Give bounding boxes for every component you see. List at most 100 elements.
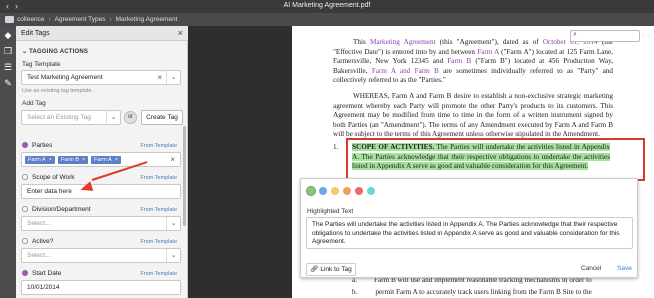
search-icon: ⌕	[573, 31, 577, 38]
chip-label: Farm A	[28, 157, 46, 163]
doc-text: This	[353, 38, 370, 46]
panel-scrollbar[interactable]	[183, 126, 186, 226]
remove-chip-icon[interactable]: ×	[49, 157, 52, 163]
doc-text: (this "Agreement"), dated as of	[435, 38, 543, 46]
color-swatch[interactable]	[307, 187, 315, 195]
search-nav-arrows[interactable]: ‹ ›	[642, 30, 650, 39]
tag-scope-of-work: Scope of Work	[22, 174, 75, 181]
tag-color-dot	[22, 142, 28, 149]
clear-icon[interactable]: ×	[157, 73, 162, 82]
add-tag-select[interactable]: Select an Existing Tag ⌄	[21, 110, 121, 125]
or-divider: or	[124, 111, 137, 124]
cancel-button[interactable]: Cancel	[581, 265, 601, 272]
link-to-tag-button[interactable]: 🔗︎ Link to Tag	[306, 263, 356, 276]
highlighted-text-box[interactable]: The Parties will undertake the activitie…	[306, 217, 633, 249]
tag-template-value: Test Marketing Agreement	[27, 74, 103, 81]
breadcrumb-separator: ›	[48, 16, 51, 23]
active-placeholder: Select...	[27, 252, 51, 259]
search-input[interactable]: ⌕	[570, 30, 640, 42]
scope-input-value: Enter data here	[27, 188, 72, 195]
pen-icon[interactable]: ✎	[3, 78, 13, 88]
active-select[interactable]: Select... ⌄	[21, 248, 181, 263]
division-select[interactable]: Select... ⌄	[21, 216, 181, 231]
breadcrumb-item[interactable]: Agreement Types	[55, 16, 106, 23]
folder-icon	[5, 16, 14, 23]
window-title: AI Marketing Agreement.pdf	[283, 2, 371, 9]
tag-template-select[interactable]: Test Marketing Agreement × ⌄	[21, 70, 181, 85]
panel-header: Edit Tags ×	[16, 26, 188, 41]
sub-paragraph-b: b. permit Farm A to accurately track user…	[352, 288, 610, 298]
tag-parties: Parties	[22, 142, 52, 149]
from-template-link[interactable]: From Template	[140, 207, 177, 213]
start-date-value: 10/01/2014	[27, 284, 60, 291]
remove-chip-icon[interactable]: ×	[115, 157, 118, 163]
section-title: TAGGING ACTIONS	[29, 49, 89, 55]
tag-chip[interactable]: Farm B ×	[58, 156, 89, 164]
edit-tags-panel: Edit Tags × ⌄ TAGGING ACTIONS Tag Templa…	[16, 26, 188, 298]
tag-color-dot	[22, 206, 28, 213]
color-swatch[interactable]	[367, 187, 375, 195]
tag-color-dot	[22, 270, 28, 277]
chevron-down-icon[interactable]: ⌄	[166, 217, 180, 230]
whereas-paragraph: WHEREAS, Farm A and Farm B desire to est…	[333, 92, 613, 140]
tagging-actions-section[interactable]: ⌄ TAGGING ACTIONS	[22, 48, 88, 55]
tag-chip[interactable]: Farm A ×	[91, 156, 121, 164]
chevron-down-icon[interactable]: ⌄	[166, 249, 180, 262]
from-template-link[interactable]: From Template	[140, 143, 177, 149]
parties-field[interactable]: Farm A × Farm B × Farm A × ×	[21, 152, 181, 167]
color-swatch[interactable]	[319, 187, 327, 195]
tag-icon[interactable]: ◆	[3, 30, 13, 40]
chip-label: Farm B	[61, 157, 80, 163]
link-icon: 🔗︎	[310, 266, 319, 273]
breadcrumb-item[interactable]: Marketing Agreement	[116, 16, 178, 23]
chip-label: Farm A	[94, 157, 112, 163]
add-tag-label: Add Tag	[22, 100, 46, 107]
tag-active: Active?	[22, 238, 53, 245]
intro-paragraph: This Marketing Agreement (this "Agreemen…	[333, 38, 613, 86]
link-label: Link to Tag	[320, 266, 352, 273]
tagged-text[interactable]: Farm A and Farm B	[372, 67, 439, 75]
breadcrumb-separator: ›	[109, 16, 112, 23]
list-icon[interactable]: ☰	[3, 62, 13, 72]
tag-chip[interactable]: Farm A ×	[25, 156, 55, 164]
tagged-text[interactable]: Farm A	[477, 48, 499, 56]
from-template-link[interactable]: From Template	[140, 239, 177, 245]
highlighted-text-label: Highlighted Text	[307, 208, 354, 215]
tag-label: Parties	[32, 142, 53, 149]
color-swatch[interactable]	[355, 187, 363, 195]
color-swatch[interactable]	[343, 187, 351, 195]
start-date-input[interactable]: 10/01/2014	[21, 280, 181, 295]
tagged-text[interactable]: Marketing Agreement	[370, 38, 436, 46]
division-placeholder: Select...	[27, 220, 51, 227]
tag-label: Division/Department	[32, 206, 91, 213]
tool-strip: ◆ ❐ ☰ ✎	[0, 26, 16, 298]
title-bar: ‹› AI Marketing Agreement.pdf	[0, 0, 654, 13]
doc-text: WHEREAS, Farm A and Farm B desire to est…	[333, 92, 613, 139]
remove-chip-icon[interactable]: ×	[82, 157, 85, 163]
from-template-link[interactable]: From Template	[140, 271, 177, 277]
highlight-popup: Highlighted Text The Parties will undert…	[300, 178, 638, 278]
tag-color-dot	[22, 174, 28, 181]
color-swatch[interactable]	[331, 187, 339, 195]
scope-of-work-input[interactable]: Enter data here	[21, 184, 181, 199]
add-tag-placeholder: Select an Existing Tag	[27, 114, 91, 121]
chevron-down-icon[interactable]: ⌄	[106, 111, 120, 124]
tag-label: Active?	[32, 238, 54, 245]
breadcrumb: colleence › Agreement Types › Marketing Agre…	[0, 13, 654, 26]
chevron-down-icon[interactable]: ⌄	[166, 71, 180, 84]
copy-icon[interactable]: ❐	[3, 46, 13, 56]
panel-title: Edit Tags	[21, 30, 50, 37]
close-icon[interactable]: ×	[178, 28, 183, 38]
tag-template-label: Tag Template	[22, 61, 61, 68]
tag-label: Start Date	[32, 270, 62, 277]
tag-division-department: Division/Department	[22, 206, 91, 213]
doc-text: permit Farm A to accurately track users …	[375, 288, 592, 296]
create-tag-button[interactable]: Create Tag	[141, 110, 183, 125]
breadcrumb-item[interactable]: colleence	[17, 16, 44, 23]
tagged-text[interactable]: Farm B	[447, 57, 471, 65]
tag-label: Scope of Work	[32, 174, 75, 181]
tag-start-date: Start Date	[22, 270, 61, 277]
clear-icon[interactable]: ×	[170, 155, 175, 164]
save-button[interactable]: Save	[617, 265, 632, 272]
from-template-link[interactable]: From Template	[140, 175, 177, 181]
